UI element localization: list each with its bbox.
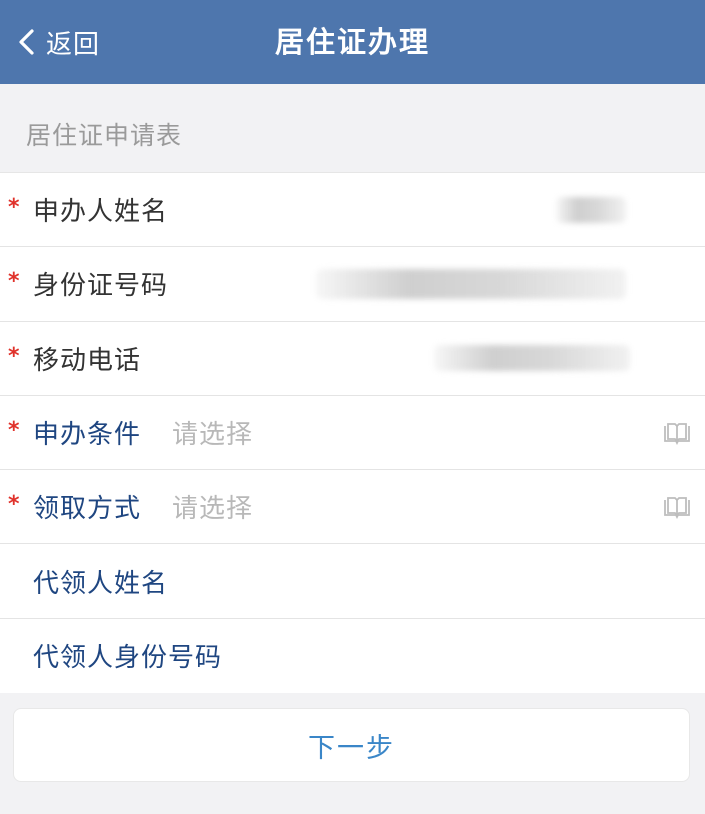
field-label: 代领人身份号码 bbox=[33, 643, 223, 674]
field-label: 身份证号码 bbox=[33, 271, 169, 302]
next-step-button[interactable]: 下一步 bbox=[13, 708, 690, 782]
page-title: 居住证办理 bbox=[274, 25, 430, 59]
field-label: 申办人姓名 bbox=[33, 197, 169, 228]
redacted-value bbox=[434, 345, 630, 372]
required-mark: * bbox=[8, 492, 20, 518]
book-icon[interactable] bbox=[663, 421, 691, 445]
redacted-value bbox=[556, 196, 626, 223]
required-mark: * bbox=[8, 195, 20, 220]
application-form: * 申办人姓名 * 身份证号码 * 移动电话 * 申办条件 请选择 * 领取方式… bbox=[0, 172, 705, 694]
field-label: 移动电话 bbox=[33, 345, 142, 376]
proxy-id-field[interactable]: 代领人身份号码 bbox=[0, 619, 705, 693]
redacted-value bbox=[316, 268, 626, 299]
required-mark: * bbox=[8, 343, 20, 369]
section-title: 居住证申请表 bbox=[26, 121, 183, 150]
field-label: 申办条件 bbox=[33, 420, 142, 451]
book-icon[interactable] bbox=[663, 495, 691, 519]
id-number-field[interactable]: * 身份证号码 bbox=[0, 247, 705, 322]
applicant-name-field[interactable]: * 申办人姓名 bbox=[0, 173, 705, 248]
application-condition-select[interactable]: * 申办条件 请选择 bbox=[0, 396, 705, 471]
select-placeholder: 请选择 bbox=[172, 494, 254, 525]
select-placeholder: 请选择 bbox=[172, 420, 254, 451]
field-label: 代领人姓名 bbox=[33, 568, 169, 599]
pickup-method-select[interactable]: * 领取方式 请选择 bbox=[0, 470, 705, 545]
required-mark: * bbox=[8, 269, 20, 295]
proxy-name-field[interactable]: 代领人姓名 bbox=[0, 544, 705, 619]
mobile-phone-field[interactable]: * 移动电话 bbox=[0, 322, 705, 396]
required-mark: * bbox=[8, 417, 20, 443]
field-label: 领取方式 bbox=[33, 494, 142, 525]
navbar: 返回 居住证办理 bbox=[0, 0, 705, 84]
